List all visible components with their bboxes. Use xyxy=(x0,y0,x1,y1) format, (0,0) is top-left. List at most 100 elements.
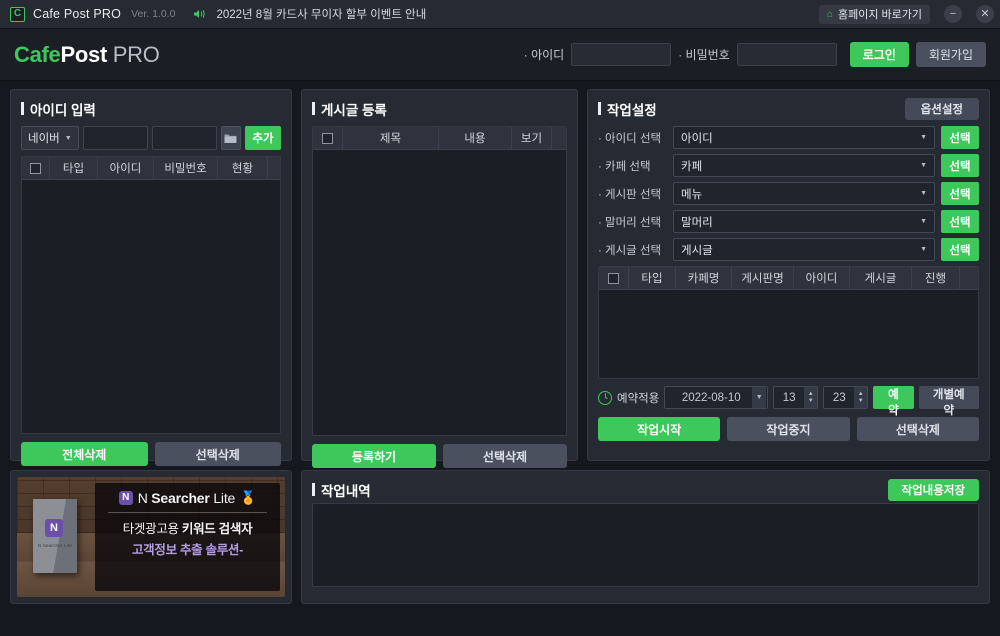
delete-all-ids-button[interactable]: 전체삭제 xyxy=(21,442,148,466)
ad-brand-suffix: Lite xyxy=(209,490,236,506)
register-post-button[interactable]: 등록하기 xyxy=(312,444,436,468)
cafe-select-value: 카페 xyxy=(681,160,703,173)
close-button[interactable]: ✕ xyxy=(976,5,994,23)
reserve-button[interactable]: 예약 xyxy=(873,386,914,417)
delete-selected-ids-button[interactable]: 선택삭제 xyxy=(154,442,281,466)
field-row-cafe: · 카페 선택 카페 ▼ 선택 xyxy=(598,154,979,177)
field-row-prefix: · 말머리 선택 말머리 ▼ 선택 xyxy=(598,210,979,233)
chevron-down-icon[interactable]: ▼ xyxy=(752,387,767,408)
product-box-caption: N Searcher Lite xyxy=(37,543,73,548)
checkbox-icon[interactable] xyxy=(608,272,619,284)
minimize-button[interactable]: − xyxy=(944,5,962,23)
id-field[interactable] xyxy=(82,126,148,150)
board-select-button[interactable]: 선택 xyxy=(941,182,979,205)
brand-logo: CafePost PRO xyxy=(14,42,160,68)
ad-banner[interactable]: N N Searcher Lite N N Searcher Lite 🏅 타겟… xyxy=(17,477,285,597)
id-col-id: 아이디 xyxy=(98,157,154,179)
task-table-body[interactable] xyxy=(599,290,978,378)
start-task-button[interactable]: 작업시작 xyxy=(598,417,721,441)
cafe-select-button[interactable]: 선택 xyxy=(941,154,979,177)
logo-post: Post xyxy=(60,41,108,67)
arrow-down-icon[interactable]: ▼ xyxy=(808,398,814,404)
login-password-input[interactable] xyxy=(736,43,837,66)
field-row-id: · 아이디 선택 아이디 ▼ 선택 xyxy=(598,126,979,149)
schedule-date-value: 2022-08-10 xyxy=(681,391,741,404)
schedule-row: 예약적용 2022-08-10 ▼ 13 ▲ ▼ 23 ▲ ▼ 예약 개별예약 xyxy=(598,386,979,417)
ad-tagline-1b: 키워드 검색자 xyxy=(181,522,253,536)
title-accent-bar xyxy=(21,102,24,115)
post-col-content: 내용 xyxy=(439,127,512,149)
post-select-all-checkbox-cell[interactable] xyxy=(313,127,343,149)
delete-selected-tasks-button[interactable]: 선택삭제 xyxy=(856,417,979,441)
label-cafe-select: · 카페 선택 xyxy=(598,160,651,173)
cafe-select-dropdown[interactable]: 카페 ▼ xyxy=(673,154,935,177)
signup-button[interactable]: 회원가입 xyxy=(915,42,986,67)
hour-stepper-arrows[interactable]: ▲ ▼ xyxy=(804,387,818,408)
task-col-cafe-name: 카페명 xyxy=(676,267,732,289)
id-table-body[interactable] xyxy=(22,180,280,433)
logo-cafe: Cafe xyxy=(14,41,61,67)
login-button[interactable]: 로그인 xyxy=(849,42,909,67)
schedule-date-picker[interactable]: 2022-08-10 ▼ xyxy=(664,386,769,409)
post-select-value: 게시글 xyxy=(681,244,713,257)
application-window: C Cafe Post PRO Ver. 1.0.0 2022년 8월 카드사 … xyxy=(0,0,1000,636)
id-select-all-checkbox-cell[interactable] xyxy=(22,157,50,179)
task-col-type: 타입 xyxy=(629,267,676,289)
checkbox-icon[interactable] xyxy=(322,132,333,144)
delete-selected-posts-button[interactable]: 선택삭제 xyxy=(443,444,567,468)
id-col-type: 타입 xyxy=(50,157,98,179)
stop-task-button[interactable]: 작업중지 xyxy=(727,417,850,441)
id-select-button[interactable]: 선택 xyxy=(941,126,979,149)
logo-pro: PRO xyxy=(112,41,160,67)
login-id-label: · 아이디 xyxy=(523,48,565,62)
id-select-dropdown[interactable]: 아이디 ▼ xyxy=(673,126,935,149)
post-panel-title: 게시글 등록 xyxy=(312,99,567,118)
arrow-down-icon[interactable]: ▼ xyxy=(858,398,864,404)
folder-icon[interactable] xyxy=(220,126,241,150)
post-table-body[interactable] xyxy=(313,150,566,435)
task-panel-title: 작업설정 옵션설정 xyxy=(598,97,979,120)
prefix-select-dropdown[interactable]: 말머리 ▼ xyxy=(673,210,935,233)
checkbox-icon[interactable] xyxy=(30,162,41,174)
ad-brand-main: Searcher xyxy=(151,490,210,506)
chevron-down-icon: ▼ xyxy=(920,162,927,169)
post-select-button[interactable]: 선택 xyxy=(941,238,979,261)
arrow-up-icon[interactable]: ▲ xyxy=(858,391,864,397)
homepage-shortcut-button[interactable]: ⌂ 홈페이지 바로가기 xyxy=(818,4,930,24)
id-select-value: 아이디 xyxy=(681,132,713,145)
label-board-select: · 게시판 선택 xyxy=(598,188,662,201)
task-table: 타입 카페명 게시판명 아이디 게시글 진행 xyxy=(598,266,979,379)
ad-tagline-1: 타겟광고용 키워드 검색자 xyxy=(123,518,253,537)
product-box-image: N N Searcher Lite xyxy=(33,499,77,573)
add-id-button[interactable]: 추가 xyxy=(245,126,281,150)
notice-text: 2022년 8월 카드사 무이자 할부 이벤트 안내 xyxy=(216,9,427,21)
prefix-select-button[interactable]: 선택 xyxy=(941,210,979,233)
site-select-dropdown[interactable]: 네이버 ▼ xyxy=(21,126,79,150)
task-panel-title-label: 작업설정 xyxy=(607,102,657,118)
post-table: 제목 내용 보기 xyxy=(312,126,567,436)
ad-tagline-2: 고객정보 추출 솔루션- xyxy=(131,543,243,557)
board-select-dropdown[interactable]: 메뉴 ▼ xyxy=(673,182,935,205)
individual-reserve-button[interactable]: 개별예약 xyxy=(918,386,979,417)
password-field[interactable] xyxy=(151,126,217,150)
arrow-up-icon[interactable]: ▲ xyxy=(808,391,814,397)
schedule-hour-stepper[interactable]: 13 ▲ ▼ xyxy=(773,386,819,409)
save-task-log-button[interactable]: 작업내용저장 xyxy=(887,478,979,501)
schedule-minute-stepper[interactable]: 23 ▲ ▼ xyxy=(823,386,869,409)
version-label: Ver. 1.0.0 xyxy=(131,8,176,20)
schedule-hour-value: 13 xyxy=(782,391,796,404)
title-bar: C Cafe Post PRO Ver. 1.0.0 2022년 8월 카드사 … xyxy=(0,0,1000,29)
task-col-id: 아이디 xyxy=(794,267,850,289)
option-settings-button[interactable]: 옵션설정 xyxy=(904,97,979,120)
site-select-value: 네이버 xyxy=(28,133,60,145)
minute-stepper-arrows[interactable]: ▲ ▼ xyxy=(854,387,868,408)
ad-brand-prefix: N xyxy=(137,490,152,506)
login-id-input[interactable] xyxy=(571,43,672,66)
app-header: CafePost PRO · 아이디 · 비밀번호 로그인 회원가입 xyxy=(0,29,1000,81)
advertisement-panel[interactable]: N N Searcher Lite N N Searcher Lite 🏅 타겟… xyxy=(10,470,292,604)
task-table-header: 타입 카페명 게시판명 아이디 게시글 진행 xyxy=(599,267,978,290)
task-select-all-checkbox-cell[interactable] xyxy=(599,267,629,289)
task-log-area[interactable] xyxy=(312,503,979,587)
schedule-minute-value: 23 xyxy=(832,391,846,404)
post-select-dropdown[interactable]: 게시글 ▼ xyxy=(673,238,935,261)
